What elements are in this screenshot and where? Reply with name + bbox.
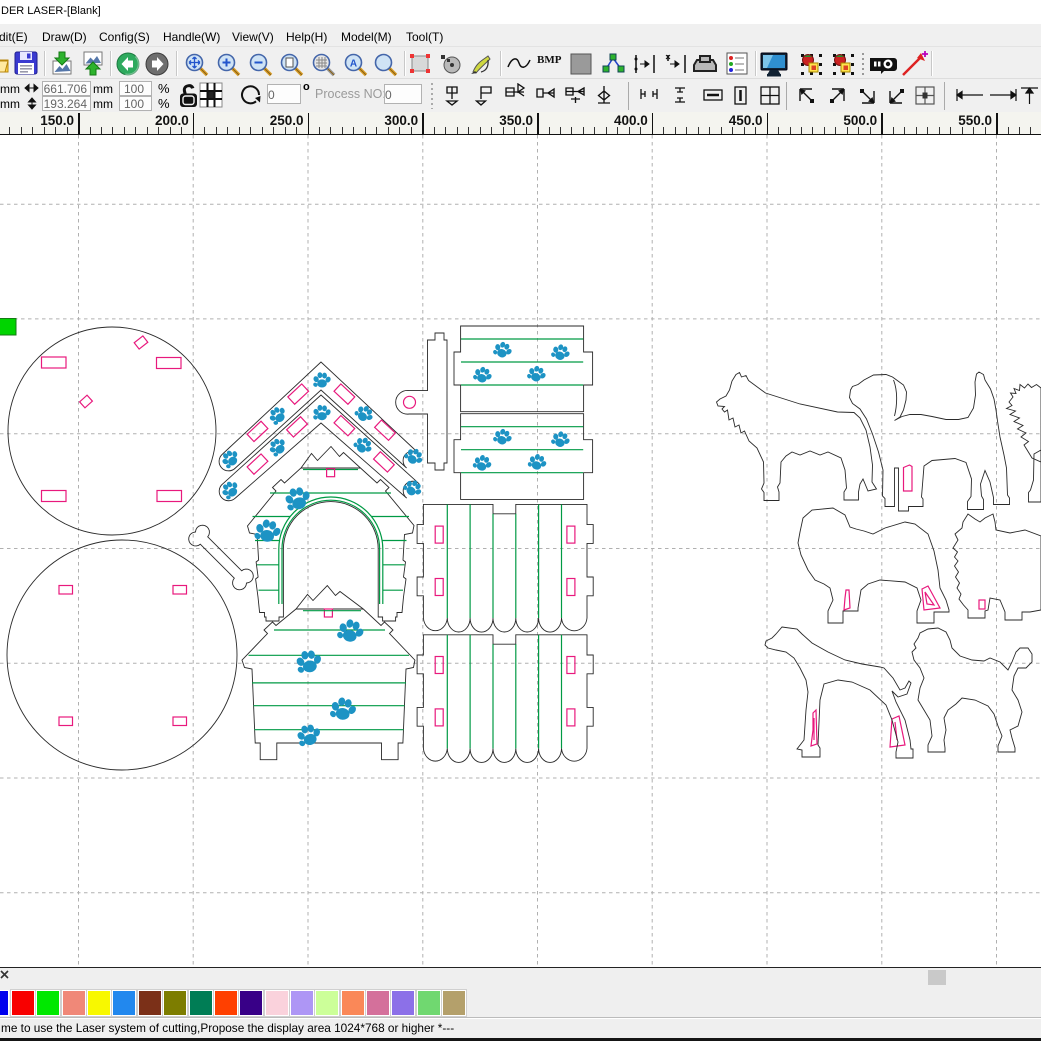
svg-text:A: A [350,59,357,70]
